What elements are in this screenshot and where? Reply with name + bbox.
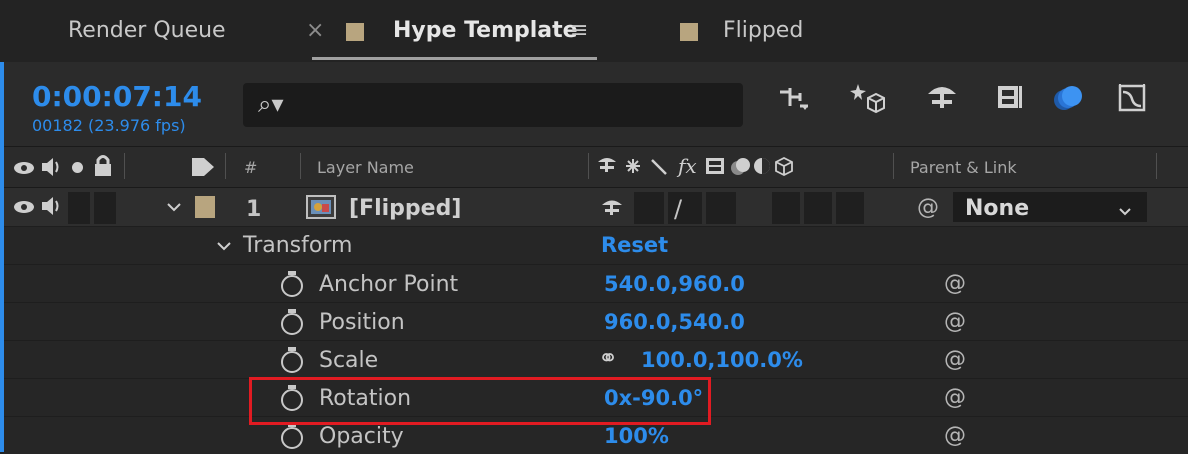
tab-menu-icon[interactable]: ≡ [570,18,588,43]
shy-switch-icon[interactable] [600,196,624,222]
layer-number-header: # [244,158,258,177]
pickwhip-icon[interactable]: @ [944,347,966,372]
label-tag-icon[interactable] [190,156,216,182]
property-row[interactable] [4,302,1188,340]
layer-name[interactable]: [Flipped] [349,196,461,221]
motion-blur-switch[interactable] [804,192,832,224]
property-row[interactable] [4,340,1188,378]
draft-3d-icon[interactable] [848,82,888,126]
parent-pickwhip-icon[interactable]: @ [917,195,939,220]
composition-flowchart-icon[interactable] [774,82,814,126]
frame-fps-display: 00182 (23.976 fps) [32,116,186,135]
composition-thumbnail-icon [306,195,336,223]
lock-icon[interactable] [94,154,112,182]
layer-number: 1 [246,197,262,222]
property-label: Scale [319,348,379,373]
column-separator [588,153,589,179]
tab-color-swatch [346,23,364,41]
parent-value: None [965,196,1030,221]
stopwatch-icon[interactable] [281,309,303,335]
property-value[interactable]: 100.0,100.0% [641,348,803,372]
video-eye-icon[interactable] [13,199,35,219]
search-input[interactable] [243,83,743,127]
property-row[interactable] [4,264,1188,302]
transform-reset-link[interactable]: Reset [601,233,668,257]
search-icon: ⌕▾ [258,90,284,118]
audio-speaker-icon[interactable] [40,195,64,221]
shy-layers-icon[interactable] [922,82,962,126]
stopwatch-icon[interactable] [281,347,303,373]
layer-name-header[interactable]: Layer Name [317,158,414,177]
adjustment-switch[interactable] [836,192,864,224]
pickwhip-icon[interactable]: @ [944,385,966,410]
graph-editor-icon[interactable] [1112,82,1152,126]
stopwatch-icon[interactable] [281,423,303,449]
effect-switch[interactable] [706,192,736,224]
parent-link-header[interactable]: Parent & Link [910,158,1017,177]
pickwhip-icon[interactable]: @ [944,423,966,448]
column-separator [225,153,226,179]
pickwhip-icon[interactable]: @ [944,271,966,296]
constrain-proportions-icon[interactable]: ⚭ [598,344,618,372]
column-separator [300,153,301,179]
tab-color-swatch [680,23,698,41]
current-time-display[interactable]: 0:00:07:14 [32,80,202,113]
lock-toggle[interactable] [94,192,116,224]
pickwhip-icon[interactable]: @ [944,309,966,334]
property-value[interactable]: 100% [604,424,669,448]
chevron-down-icon[interactable] [216,237,232,256]
property-value[interactable]: 540.0,960.0 [604,272,745,296]
column-separator [1156,153,1157,179]
tab-hype-template[interactable]: Hype Template [393,18,578,43]
svg-text:fx: fx [676,154,697,178]
stopwatch-icon[interactable] [281,271,303,297]
motion-blur-icon[interactable] [1048,82,1088,126]
tab-flipped[interactable]: Flipped [723,18,803,43]
rotation-highlight-box [249,377,711,425]
property-label: Anchor Point [319,272,459,297]
video-eye-icon[interactable] [13,160,35,180]
transform-group-row[interactable] [4,226,1188,264]
property-label: Opacity [319,424,404,449]
tab-render-queue[interactable]: Render Queue [68,18,226,43]
chevron-down-icon[interactable] [1118,202,1132,221]
chevron-down-icon[interactable] [166,198,182,217]
active-tab-underline [312,57,597,60]
solo-dot-icon[interactable] [72,162,83,173]
switches-icons[interactable]: fx [596,152,866,184]
layer-label-color[interactable] [195,196,215,218]
tab-close-icon[interactable]: × [306,18,324,43]
transform-label: Transform [243,233,353,258]
column-separator [124,153,125,179]
frame-blend-switch[interactable] [772,192,800,224]
audio-speaker-icon[interactable] [40,156,64,182]
quality-slash: / [674,195,683,223]
collapse-switch[interactable] [634,192,664,224]
column-separator [893,153,894,179]
property-label: Position [319,310,405,335]
frame-blending-icon[interactable] [990,82,1030,126]
solo-toggle[interactable] [68,192,90,224]
property-value[interactable]: 960.0,540.0 [604,310,745,334]
